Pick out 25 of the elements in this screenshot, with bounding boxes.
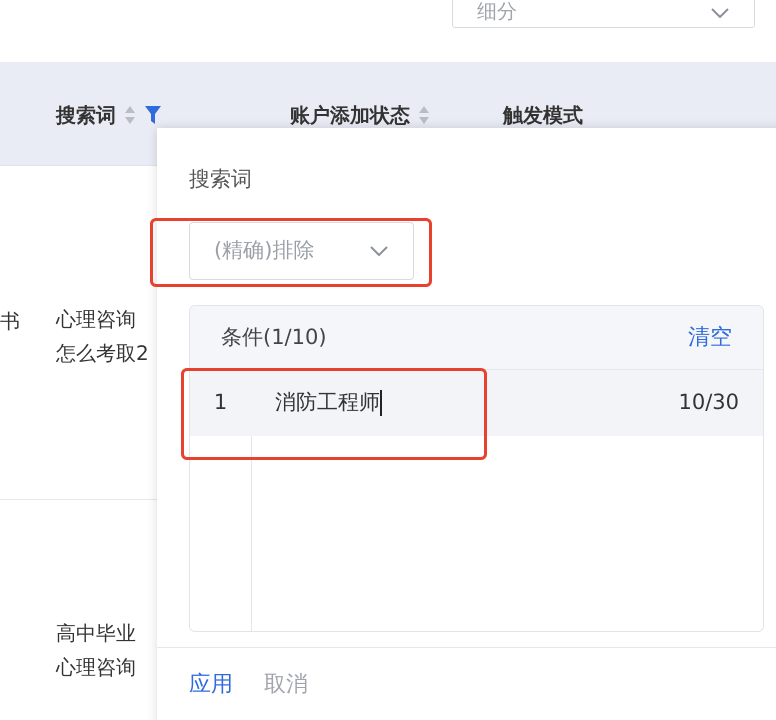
chevron-icon [369,245,389,257]
character-count: 10/30 [678,389,739,416]
filter-icon[interactable] [144,104,162,124]
clear-link[interactable]: 清空 [688,321,732,354]
sort-icon[interactable] [124,104,136,124]
table-cell-text: 心理咨询 怎么考取2 [56,306,149,367]
popup-title: 搜索词 [189,166,252,193]
input-value: 消防工程师 [275,389,380,416]
select-value: (精确)排除 [214,237,314,264]
text-cursor [380,390,382,416]
apply-button[interactable]: 应用 [189,668,233,701]
condition-input[interactable]: 消防工程师 10/30 [251,387,763,419]
chevron-icon [710,7,730,19]
match-select[interactable]: (精确)排除 [189,222,414,280]
row-number: 1 [212,389,228,416]
segment-select[interactable]: 细分 [452,0,755,28]
table-cell-text: 高中毕业 心理咨询 [56,620,136,681]
column-header: 搜索词 [56,102,116,128]
sort-icon[interactable] [418,104,430,124]
conditions-count: 条件(1/10) [221,324,327,351]
column-header: 账户添加状态 [290,102,410,128]
cancel-button[interactable]: 取消 [264,668,308,701]
column-header: 触发模式 [503,102,583,128]
table-cell-text: 书 [0,308,20,335]
condition-row[interactable]: 1 消防工程师 10/30 [190,370,763,436]
